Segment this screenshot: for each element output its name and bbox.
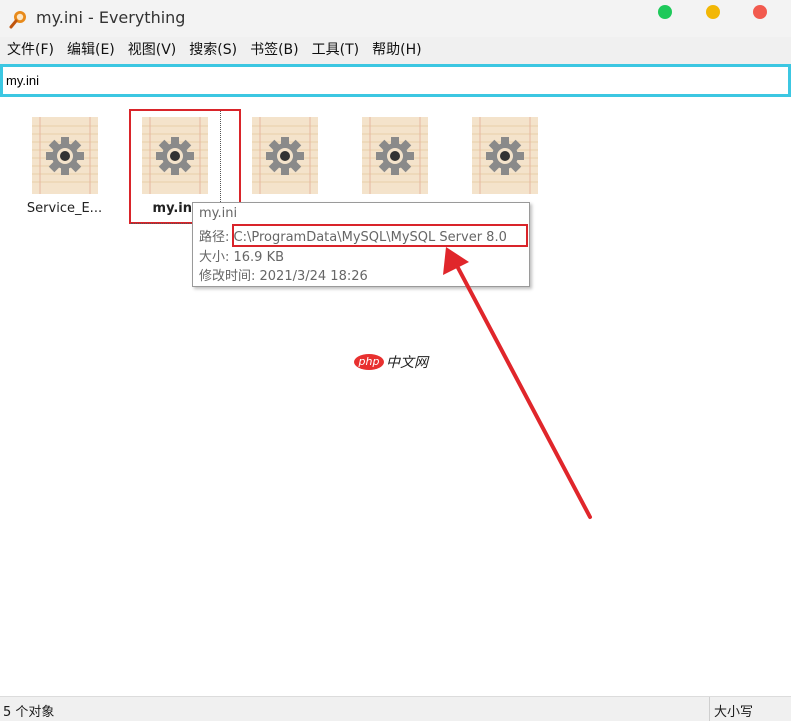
tooltip-modified: 修改时间: 2021/3/24 18:26 — [199, 269, 368, 284]
menu-help[interactable]: 帮助(H) — [365, 37, 427, 63]
everything-app-icon — [9, 11, 26, 29]
title-bar: my.ini - Everything — [0, 0, 791, 37]
tooltip-path-label: 路径: — [199, 230, 234, 245]
status-object-count: 5 个对象 — [3, 705, 55, 720]
search-input[interactable] — [0, 64, 791, 97]
window-title: my.ini - Everything — [36, 8, 186, 27]
close-button[interactable] — [753, 5, 767, 19]
tooltip-filename: my.ini — [199, 206, 238, 221]
search-bar — [0, 63, 791, 97]
status-bar: 5 个对象 大小写 — [0, 696, 791, 721]
watermark-text: 中文网 — [386, 355, 428, 371]
ini-settings-icon — [472, 117, 538, 194]
path-highlight — [232, 224, 528, 247]
menu-file[interactable]: 文件(F) — [0, 37, 60, 63]
maximize-button[interactable] — [658, 5, 672, 19]
watermark-logo: php 中文网 — [354, 352, 428, 372]
minimize-button[interactable] — [706, 5, 720, 19]
menu-search[interactable]: 搜索(S) — [182, 37, 243, 63]
menu-view[interactable]: 视图(V) — [121, 37, 183, 63]
ini-settings-icon — [32, 117, 98, 194]
ini-settings-icon — [362, 117, 428, 194]
file-item-service[interactable]: Service_E... — [12, 108, 117, 218]
status-match-case[interactable]: 大小写 — [714, 701, 753, 720]
menu-bookmarks[interactable]: 书签(B) — [243, 37, 305, 63]
watermark-badge: php — [354, 354, 384, 370]
menu-edit[interactable]: 编辑(E) — [60, 37, 121, 63]
menu-tools[interactable]: 工具(T) — [305, 37, 365, 63]
tooltip-size: 大小: 16.9 KB — [199, 250, 285, 265]
menu-bar: 文件(F) 编辑(E) 视图(V) 搜索(S) 书签(B) 工具(T) 帮助(H… — [0, 37, 791, 63]
status-divider — [709, 697, 710, 721]
ini-settings-icon — [252, 117, 318, 194]
file-name: Service_E... — [26, 201, 103, 216]
